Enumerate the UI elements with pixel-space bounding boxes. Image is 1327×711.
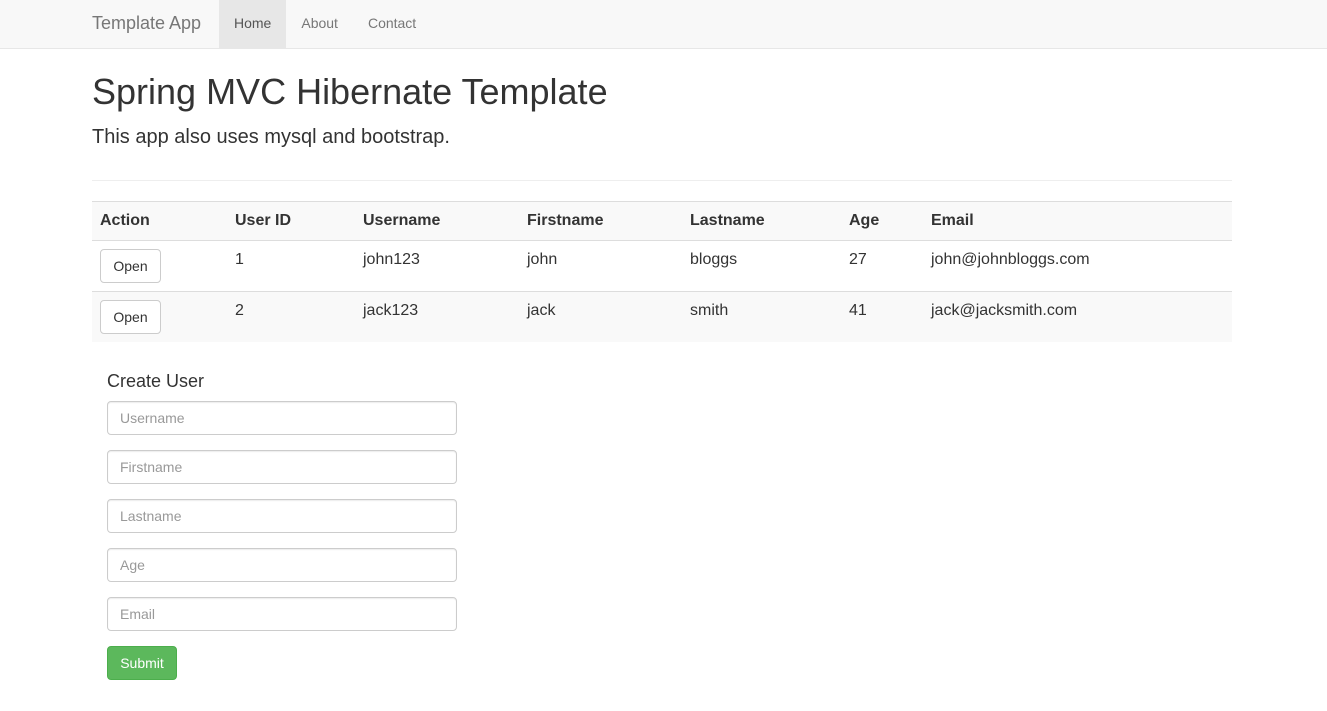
column-header-age: Age (849, 212, 880, 229)
username-input[interactable] (107, 401, 457, 435)
cell-firstname: john (527, 251, 558, 268)
table-row: Open 1 john123 john bloggs 27 john@johnb… (92, 241, 1232, 292)
column-header-user-id: User ID (235, 212, 292, 229)
page-lead: This app also uses mysql and bootstrap. (92, 126, 450, 148)
column-header-firstname: Firstname (527, 212, 604, 229)
open-user-button[interactable]: Open (100, 300, 161, 334)
navbar: Template App Home About Contact (0, 0, 1327, 49)
cell-email: jack@jacksmith.com (931, 302, 1078, 319)
page-title: Spring MVC Hibernate Template (92, 71, 608, 112)
firstname-input[interactable] (107, 450, 457, 484)
cell-email: john@johnbloggs.com (931, 251, 1090, 268)
cell-user-id: 1 (235, 251, 244, 268)
column-header-username: Username (363, 212, 441, 229)
nav-menu: Home About Contact (219, 0, 431, 48)
column-header-action: Action (100, 212, 150, 229)
cell-lastname: smith (690, 302, 729, 319)
table-row: Open 2 jack123 jack smith 41 jack@jacksm… (92, 292, 1232, 342)
navbar-brand[interactable]: Template App (92, 0, 201, 48)
cell-username: jack123 (363, 302, 419, 319)
cell-firstname: jack (527, 302, 556, 319)
cell-lastname: bloggs (690, 251, 738, 268)
email-input[interactable] (107, 597, 457, 631)
nav-item-home[interactable]: Home (219, 0, 287, 48)
cell-age: 27 (849, 251, 867, 268)
age-input[interactable] (107, 548, 457, 582)
table-header: Action User ID Username Firstname Lastna… (92, 201, 1232, 241)
open-user-button[interactable]: Open (100, 249, 161, 283)
cell-age: 41 (849, 302, 867, 319)
create-user-heading: Create User (107, 371, 205, 391)
column-header-email: Email (931, 212, 974, 229)
nav-item-about[interactable]: About (286, 0, 353, 48)
nav-item-contact[interactable]: Contact (353, 0, 431, 48)
submit-button[interactable]: Submit (107, 646, 177, 680)
lastname-input[interactable] (107, 499, 457, 533)
users-table: Action User ID Username Firstname Lastna… (92, 201, 1232, 342)
divider (92, 180, 1232, 181)
cell-username: john123 (363, 251, 420, 268)
cell-user-id: 2 (235, 302, 244, 319)
column-header-lastname: Lastname (690, 212, 765, 229)
